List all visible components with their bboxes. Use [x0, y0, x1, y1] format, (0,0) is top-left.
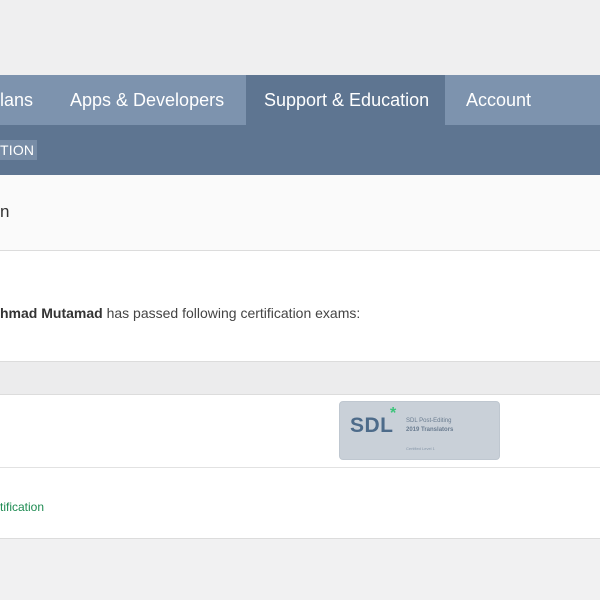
badge-subtitle: 2019 Translators: [406, 427, 454, 433]
certification-link-row: tification: [0, 468, 600, 539]
translator-name: hmad Mutamad: [0, 305, 103, 321]
sub-navigation: TION: [0, 125, 600, 175]
nav-item-plans[interactable]: lans: [0, 75, 50, 125]
certification-badge: SDL * SDL Post-Editing 2019 Translators …: [339, 401, 500, 460]
nav-item-support-education[interactable]: Support & Education: [246, 75, 445, 125]
intro-description: has passed following certification exams…: [102, 305, 361, 321]
certificate-row: SDL * SDL Post-Editing 2019 Translators …: [0, 395, 600, 468]
badge-level: Certified Level 1: [406, 446, 435, 451]
sdl-logo-plus-icon: *: [390, 405, 397, 422]
nav-item-account[interactable]: Account: [445, 75, 599, 125]
divider-band: [0, 362, 600, 395]
intro-panel: hmad Mutamad has passed following certif…: [0, 251, 600, 362]
top-whitespace: [0, 0, 600, 75]
sdl-logo: SDL: [350, 414, 394, 437]
page-title: n: [0, 202, 10, 221]
view-certification-link[interactable]: tification: [0, 500, 44, 514]
nav-item-apps-developers[interactable]: Apps & Developers: [50, 75, 246, 125]
section-header: n: [0, 175, 600, 251]
bottom-whitespace: [0, 539, 600, 600]
main-navigation: lans Apps & Developers Support & Educati…: [0, 75, 600, 125]
subnav-item-certification[interactable]: TION: [0, 140, 38, 160]
intro-text: hmad Mutamad has passed following certif…: [0, 305, 360, 321]
badge-title: SDL Post-Editing: [406, 418, 452, 424]
